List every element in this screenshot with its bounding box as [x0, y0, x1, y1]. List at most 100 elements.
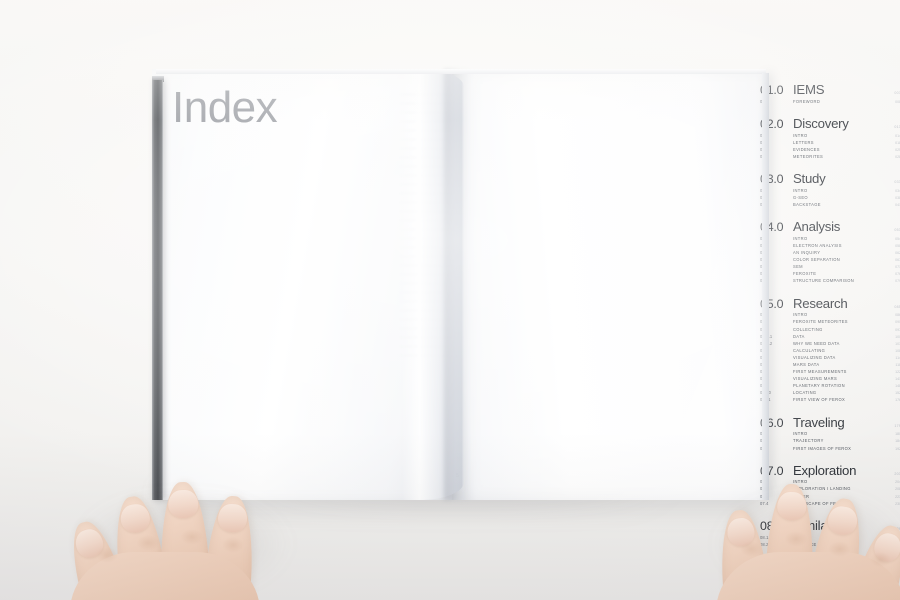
- toc-entry-label: ALPS LIKE FEROX: [793, 541, 834, 547]
- toc-section-header[interactable]: 01.0IEMS007: [760, 82, 900, 98]
- toc-entry[interactable]: 06.2TRAJECTORY184: [760, 438, 900, 445]
- toc-entry-page-number: 038: [895, 195, 900, 200]
- toc-entry[interactable]: 05.11FIRST VIEW OF FEROX176: [760, 397, 900, 404]
- toc-entry-page-number: 054: [895, 236, 900, 241]
- toc-entry-page-number: 008: [895, 99, 900, 104]
- toc-entry-page-number: 079: [895, 279, 900, 284]
- toc-entry[interactable]: 07.1INTRO204: [760, 479, 900, 486]
- toc-entry[interactable]: 05.3COLLECTING097: [760, 327, 900, 334]
- toc-entry-label: LETTERS: [793, 139, 814, 145]
- toc-entry[interactable]: 02.2LETTERS018: [760, 140, 900, 147]
- toc-entry[interactable]: 05.3.2WHY WE NEED DATA103: [760, 341, 900, 348]
- toc-section-page-number: 007: [894, 91, 900, 95]
- toc-entry[interactable]: 06.1INTRO180: [760, 431, 900, 438]
- toc-subsection-list: 04.1INTRO05404.2ELECTRON ANALYSIS05804.3…: [760, 236, 900, 286]
- toc-entry[interactable]: 05.10LOCATING152: [760, 390, 900, 397]
- toc-entry[interactable]: 05.3.1DATA100: [760, 334, 900, 341]
- toc-section-title: Discovery: [793, 115, 849, 131]
- toc-subsection-list: 01.1FOREWORD008: [760, 99, 900, 106]
- toc-section: 08.0 Similarity 239 08.1 INTRO 240 08.2 ALPS LI…: [760, 518, 900, 549]
- toc-entry-label: BACKSTAGE: [793, 202, 821, 207]
- toc-entry[interactable]: 04.1INTRO054: [760, 236, 900, 243]
- toc-entry[interactable]: 08.1 INTRO 240: [760, 535, 900, 542]
- toc-entry-label: COLOR SEPARATION: [793, 257, 841, 263]
- toc-entry-label: INTRO: [793, 235, 808, 241]
- toc-entry-page-number: 058: [895, 243, 900, 248]
- toc-entry-page-number: 223: [895, 494, 900, 499]
- toc-entry-label: EXPLORATION I LANDING: [793, 486, 851, 492]
- toc-entry-label: CALCULATING: [793, 347, 826, 353]
- toc-entry[interactable]: 08.2 ALPS LIKE FEROX 243: [760, 542, 900, 549]
- toc-entry[interactable]: 02.3EVIDENCES025: [760, 147, 900, 154]
- toc-entry[interactable]: 05.4CALCULATING108: [760, 348, 900, 355]
- gutter-shadow: [444, 69, 470, 500]
- toc-section-title: IEMS: [793, 82, 825, 97]
- toc-section-page-number: 203: [894, 471, 900, 476]
- toc-section: 06.0Traveling17906.1INTRO18006.2TRAJECTO…: [760, 415, 900, 453]
- toc-section-page-number: 013: [894, 124, 900, 129]
- toc-entry-page-number: 118: [895, 362, 900, 367]
- toc-section-header[interactable]: 02.0Discovery013: [760, 115, 900, 132]
- toc-entry[interactable]: 03.3BACKSTAGE041: [760, 202, 900, 209]
- toc-entry-label: FEROXITE: [793, 271, 817, 277]
- toc-section-header[interactable]: 06.0Traveling179: [760, 415, 900, 431]
- toc-entry[interactable]: 05.5VISUALIZING DATA114: [760, 355, 900, 362]
- toc-entry-page-number: 208: [895, 487, 900, 492]
- toc-column-1: 01.0IEMS00701.1FOREWORD00802.0Discovery0…: [760, 82, 900, 546]
- toc-entry[interactable]: 02.4METEORITES028: [760, 154, 900, 161]
- toc-entry[interactable]: 03.2G-SEO038: [760, 195, 900, 202]
- toc-section-header[interactable]: 07.0Exploration203: [760, 463, 900, 479]
- toc-entry[interactable]: 05.1INTRO086: [760, 312, 900, 319]
- toc-entry-page-number: 148: [895, 384, 900, 389]
- toc-section-header[interactable]: 04.0Analysis053: [760, 219, 900, 235]
- toc-entry-label: METEORITES: [793, 153, 824, 159]
- toc-entry-label: VISUALIZING DATA: [793, 354, 836, 360]
- toc-entry[interactable]: 05.2FEROXITE METEORITES090: [760, 319, 900, 326]
- toc-entry[interactable]: 04.3AN INQUIRY062: [760, 250, 900, 257]
- toc-entry[interactable]: 04.2ELECTRON ANALYSIS058: [760, 243, 900, 250]
- toc-entry[interactable]: 04.4COLOR SEPARATION067: [760, 257, 900, 264]
- toc-section: 07.0Exploration20307.1INTRO20407.2EXPLOR…: [760, 463, 900, 508]
- toc-entry-page-number: 180: [895, 432, 900, 437]
- toc-entry[interactable]: 01.1FOREWORD008: [760, 99, 900, 106]
- toc-entry-page-number: 243: [895, 542, 900, 547]
- toc-entry[interactable]: 02.1INTRO014: [760, 133, 900, 140]
- toc-entry-page-number: 086: [895, 313, 900, 318]
- toc-entry-page-number: 141: [895, 377, 900, 382]
- toc-entry-label: ELECTRON ANALYSIS: [793, 242, 842, 248]
- open-book: Index 01.0IEMS00701.1FOREWORD00802.0Disc…: [152, 69, 900, 547]
- toc-entry[interactable]: 07.2EXPLORATION I LANDING208: [760, 486, 900, 493]
- toc-section-number: 08.0: [760, 518, 784, 533]
- toc-subsection-list: 02.1INTRO01402.2LETTERS01802.3EVIDENCES0…: [760, 133, 900, 161]
- toc-section-page-number: 085: [894, 304, 900, 309]
- toc-entry[interactable]: 04.5SEM071: [760, 264, 900, 271]
- toc-entry[interactable]: 05.7FIRST MEASUREMENTS122: [760, 369, 900, 376]
- toc-entry[interactable]: 05.9PLANETARY ROTATION148: [760, 383, 900, 390]
- toc-entry-label: COLLECTING: [793, 326, 823, 332]
- toc-entry[interactable]: 05.6MARS DATA118: [760, 362, 900, 369]
- toc-entry[interactable]: 05.8VISUALIZING MARS141: [760, 376, 900, 383]
- toc-section-header[interactable]: 03.0Study033: [760, 171, 900, 187]
- toc-entry[interactable]: 07.4 LANDSCAPE OF FEROX 230: [760, 501, 900, 508]
- toc-entry[interactable]: 06.3FIRST IMAGES OF FEROX192: [760, 446, 900, 453]
- toc-entry-label: G-SEO: [793, 194, 808, 200]
- toc-entry[interactable]: 03.1INTRO034: [760, 188, 900, 195]
- toc-entry[interactable]: 04.6FEROXITE076: [760, 271, 900, 278]
- right-page: 01.0IEMS00701.1FOREWORD00802.0Discovery0…: [452, 69, 900, 547]
- toc-subsection-list: 06.1INTRO18006.2TRAJECTORY18406.3FIRST I…: [760, 431, 900, 452]
- toc-subsection-list: 07.1INTRO20407.2EXPLORATION I LANDING208…: [760, 479, 900, 507]
- toc-section-header[interactable]: 08.0 Similarity 239: [760, 518, 900, 534]
- toc-subsection-list: 03.1INTRO03403.2G-SEO03803.3BACKSTAGE041: [760, 188, 900, 209]
- toc-entry-number: 08.1: [760, 534, 769, 540]
- toc-section: 05.0Research08505.1INTRO08605.2FEROXITE …: [760, 296, 900, 405]
- toc-entry-page-number: 071: [895, 265, 900, 270]
- toc-entry-number: 08.2: [760, 541, 769, 547]
- toc-entry-label: VISUALIZING MARS: [793, 376, 838, 382]
- toc-entry-page-number: 097: [895, 327, 900, 332]
- toc-entry-number: 07.4: [760, 500, 769, 506]
- toc-entry[interactable]: 07.3ROVER223: [760, 494, 900, 501]
- photo-scene: Index 01.0IEMS00701.1FOREWORD00802.0Disc…: [0, 0, 900, 600]
- toc-entry[interactable]: 04.7STRUCTURE COMPARISON079: [760, 278, 900, 285]
- table-of-contents: 01.0IEMS00701.1FOREWORD00802.0Discovery0…: [760, 82, 900, 546]
- toc-section-header[interactable]: 05.0Research085: [760, 296, 900, 312]
